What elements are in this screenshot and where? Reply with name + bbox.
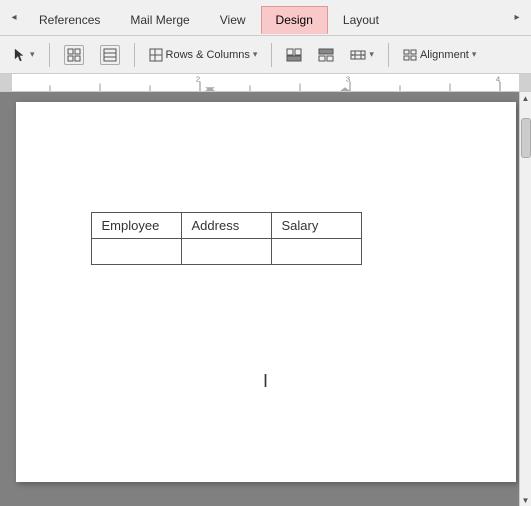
tab-layout[interactable]: Layout <box>328 6 394 34</box>
scrollbar-vertical[interactable]: ▲ ▼ <box>519 92 531 506</box>
table-props-button[interactable] <box>93 41 127 69</box>
scroll-up-arrow[interactable]: ▲ <box>521 92 531 104</box>
autofit-icon <box>350 48 366 62</box>
toolbar: ▾ <box>0 36 531 74</box>
alignment-icon <box>403 48 417 62</box>
toolbar-select-group: ▾ <box>6 41 42 69</box>
alignment-label: Alignment <box>420 49 469 61</box>
tab-nav-back[interactable]: ◂ <box>4 4 24 32</box>
cursor-icon <box>13 48 27 62</box>
table-row-1 <box>91 239 361 265</box>
document-page[interactable]: Employee Address Salary I <box>16 102 516 482</box>
document-area: Employee Address Salary I ▲ ▼ <box>0 92 531 506</box>
autofit-button[interactable]: ▾ <box>343 41 381 69</box>
split-button[interactable] <box>311 41 341 69</box>
table-cell-empty-1 <box>91 239 181 265</box>
tab-mail-merge[interactable]: Mail Merge <box>115 6 204 34</box>
tab-view[interactable]: View <box>205 6 261 34</box>
table-cell-salary: Salary <box>271 213 361 239</box>
divider-2 <box>134 43 135 67</box>
document-table: Employee Address Salary <box>91 212 362 265</box>
split-icon <box>318 48 334 62</box>
divider-1 <box>49 43 50 67</box>
text-cursor: I <box>263 371 268 392</box>
tab-nav-forward[interactable]: ▸ <box>507 4 527 32</box>
autofit-chevron: ▾ <box>369 49 374 60</box>
toolbar-grid-group <box>57 41 127 69</box>
alignment-chevron: ▾ <box>472 49 477 60</box>
table-props-icon <box>100 45 120 65</box>
svg-text:2: 2 <box>196 75 200 84</box>
grid-view-button[interactable] <box>57 41 91 69</box>
rows-columns-label: Rows & Columns <box>166 49 250 61</box>
toolbar-merge-group: ▾ <box>279 41 381 69</box>
table-cell-employee: Employee <box>91 213 181 239</box>
rows-columns-button[interactable]: Rows & Columns ▾ <box>142 41 265 69</box>
divider-3 <box>271 43 272 67</box>
table-cell-empty-3 <box>271 239 361 265</box>
tab-references[interactable]: References <box>24 6 115 34</box>
scroll-thumb[interactable] <box>521 118 531 158</box>
alignment-button[interactable]: Alignment ▾ <box>396 41 483 69</box>
ruler: 2 3 4 <box>0 74 531 92</box>
merge-icon <box>286 48 302 62</box>
tab-nav-right: ▸ <box>507 4 527 32</box>
table-cell-empty-2 <box>181 239 271 265</box>
divider-4 <box>388 43 389 67</box>
tab-bar: ◂ References Mail Merge View Design Layo… <box>0 0 531 36</box>
select-tool-button[interactable]: ▾ <box>6 41 42 69</box>
ruler-marks: 2 3 4 <box>0 74 531 91</box>
svg-text:4: 4 <box>496 75 501 84</box>
table-row-header: Employee Address Salary <box>91 213 361 239</box>
rows-columns-chevron: ▾ <box>253 49 258 60</box>
svg-text:3: 3 <box>346 75 350 84</box>
scroll-down-arrow[interactable]: ▼ <box>521 494 531 506</box>
rows-columns-icon <box>149 48 163 62</box>
tab-design[interactable]: Design <box>261 6 328 34</box>
grid-icon <box>64 45 84 65</box>
merge-button[interactable] <box>279 41 309 69</box>
table-cell-address: Address <box>181 213 271 239</box>
select-chevron: ▾ <box>30 49 35 60</box>
